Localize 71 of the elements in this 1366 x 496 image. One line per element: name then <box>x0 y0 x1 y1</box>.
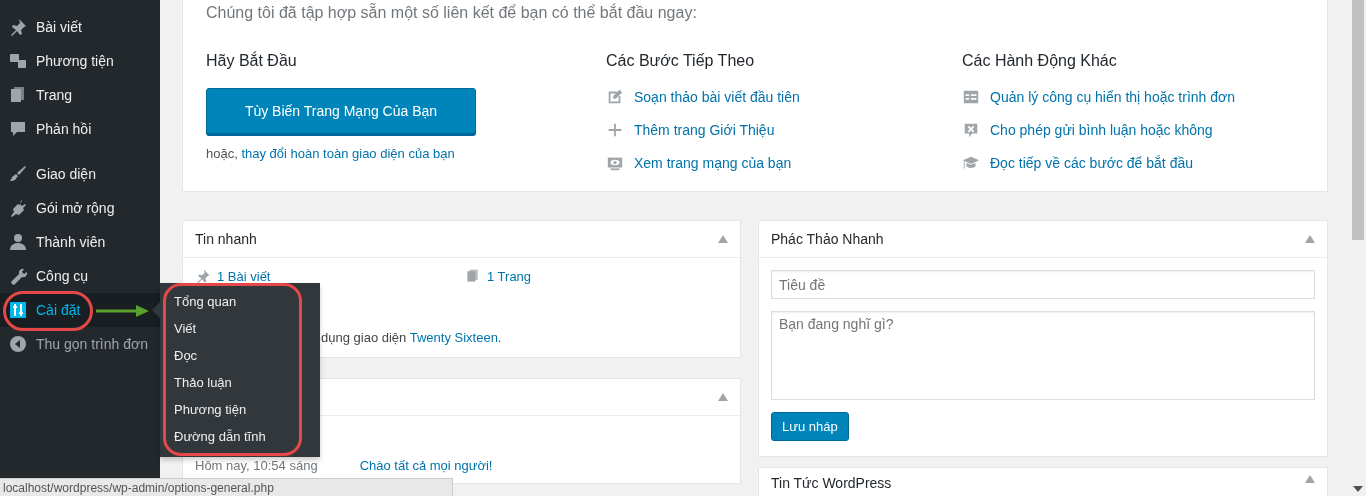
widget-title: Tin nhanh <box>195 231 257 247</box>
collapse-triangle-icon[interactable] <box>718 235 728 243</box>
sidebar-label: Công cụ <box>36 268 89 284</box>
comment-x-icon <box>962 121 980 139</box>
pin-icon <box>195 268 211 284</box>
change-theme-link[interactable]: thay đổi hoàn toàn giao diện của bạn <box>241 146 455 161</box>
widget-title: Tin Tức WordPress <box>771 475 892 491</box>
count-link[interactable]: 1 Bài viết <box>217 268 271 284</box>
submenu-item[interactable]: Đọc <box>160 342 320 369</box>
submenu-item[interactable]: Thảo luận <box>160 369 320 396</box>
plus-icon <box>606 121 624 139</box>
collapse-icon <box>8 334 28 354</box>
scrollbar-thumb[interactable] <box>1352 0 1364 240</box>
comment-icon <box>8 119 28 139</box>
brush-icon <box>8 164 28 184</box>
sidebar-label: Gói mở rộng <box>36 200 115 216</box>
title-field[interactable]: Tiêu đề <box>771 270 1315 299</box>
sidebar-item[interactable]: Thành viên <box>0 225 160 259</box>
action-link[interactable]: Đọc tiếp về các bước để bắt đầu <box>990 155 1193 171</box>
submenu-item[interactable]: Phương tiện <box>160 396 320 423</box>
sidebar-label: Bài viết <box>36 19 82 35</box>
sidebar-item[interactable]: Cài đặt <box>0 293 160 327</box>
column-heading: Hãy Bắt Đầu <box>206 52 298 70</box>
edit-icon <box>606 88 624 106</box>
post-link[interactable]: Chào tất cả mọi người! <box>359 458 493 473</box>
table-icon <box>962 88 980 106</box>
alternative-text: hoặc, thay đổi hoàn toàn giao diện của bạn <box>206 146 456 161</box>
next-step-link[interactable]: Thêm trang Giới Thiệu <box>634 122 775 138</box>
sidebar-label: Phương tiện <box>36 53 114 69</box>
sidebar-item[interactable]: Phản hồi <box>0 112 160 146</box>
user-icon <box>8 232 28 252</box>
submenu-item[interactable]: Viết <box>160 315 320 342</box>
status-bar: localhost/wordpress/wp-admin/options-general.php <box>0 478 453 496</box>
submenu-item[interactable]: Tổng quan <box>160 288 320 315</box>
count-link[interactable]: 1 Trang <box>487 268 532 284</box>
annotation-arrow <box>96 304 150 318</box>
column-heading: Các Bước Tiếp Theo <box>606 52 756 70</box>
collapse-triangle-icon[interactable] <box>1305 475 1315 483</box>
sidebar-item[interactable]: Công cụ <box>0 259 160 293</box>
scroll-down-icon[interactable] <box>1353 486 1363 492</box>
sidebar-label: Cài đặt <box>36 302 81 318</box>
collapse-triangle-icon[interactable] <box>1305 235 1315 243</box>
action-link[interactable]: Cho phép gửi bình luận hoặc không <box>990 122 1213 138</box>
sidebar-label: Giao diện <box>36 166 96 182</box>
column-heading: Các Hành Động Khác <box>962 52 1118 70</box>
sidebar-label: Thành viên <box>36 234 106 250</box>
next-step-link[interactable]: Soạn thảo bài viết đầu tiên <box>634 89 800 105</box>
sidebar-label: Phản hồi <box>36 121 92 137</box>
wrench-icon <box>8 266 28 286</box>
collapse-triangle-icon[interactable] <box>718 393 728 401</box>
sidebar-item[interactable]: Giao diện <box>0 157 160 191</box>
sidebar-item[interactable]: Trang <box>0 78 160 112</box>
sidebar-item[interactable]: Phương tiện <box>0 44 160 78</box>
media-icon <box>8 51 28 71</box>
plug-icon <box>8 198 28 218</box>
save-draft-button[interactable]: Lưu nháp <box>771 412 849 441</box>
collapse-menu-button[interactable]: Thu gọn trình đơn <box>0 327 160 361</box>
welcome-subtitle: Chúng tôi đã tập hợp sẵn một số liên kết để bạn có thể bắt đầu ngay: <box>206 4 698 22</box>
sidebar-label: Trang <box>36 87 73 103</box>
widget-title: Phác Thảo Nhanh <box>771 231 884 247</box>
sliders-icon <box>8 300 28 320</box>
sidebar-item[interactable]: Gói mở rộng <box>0 191 160 225</box>
content-field[interactable]: Bạn đang nghĩ gì? <box>771 311 1315 400</box>
next-step-link[interactable]: Xem trang mạng của bạn <box>634 155 792 171</box>
post-time: Hôm nay, 10:54 sáng <box>195 458 318 473</box>
action-link[interactable]: Quản lý công cụ hiển thị hoặc trình đơn <box>990 89 1235 105</box>
pages-icon <box>465 268 481 284</box>
customize-button[interactable]: Tùy Biến Trang Mạng Của Bạn <box>206 88 476 134</box>
theme-link[interactable]: Twenty Sixteen <box>409 330 498 345</box>
submenu-item[interactable]: Đường dẫn tĩnh <box>160 423 320 450</box>
sidebar-item[interactable]: Bài viết <box>0 10 160 44</box>
